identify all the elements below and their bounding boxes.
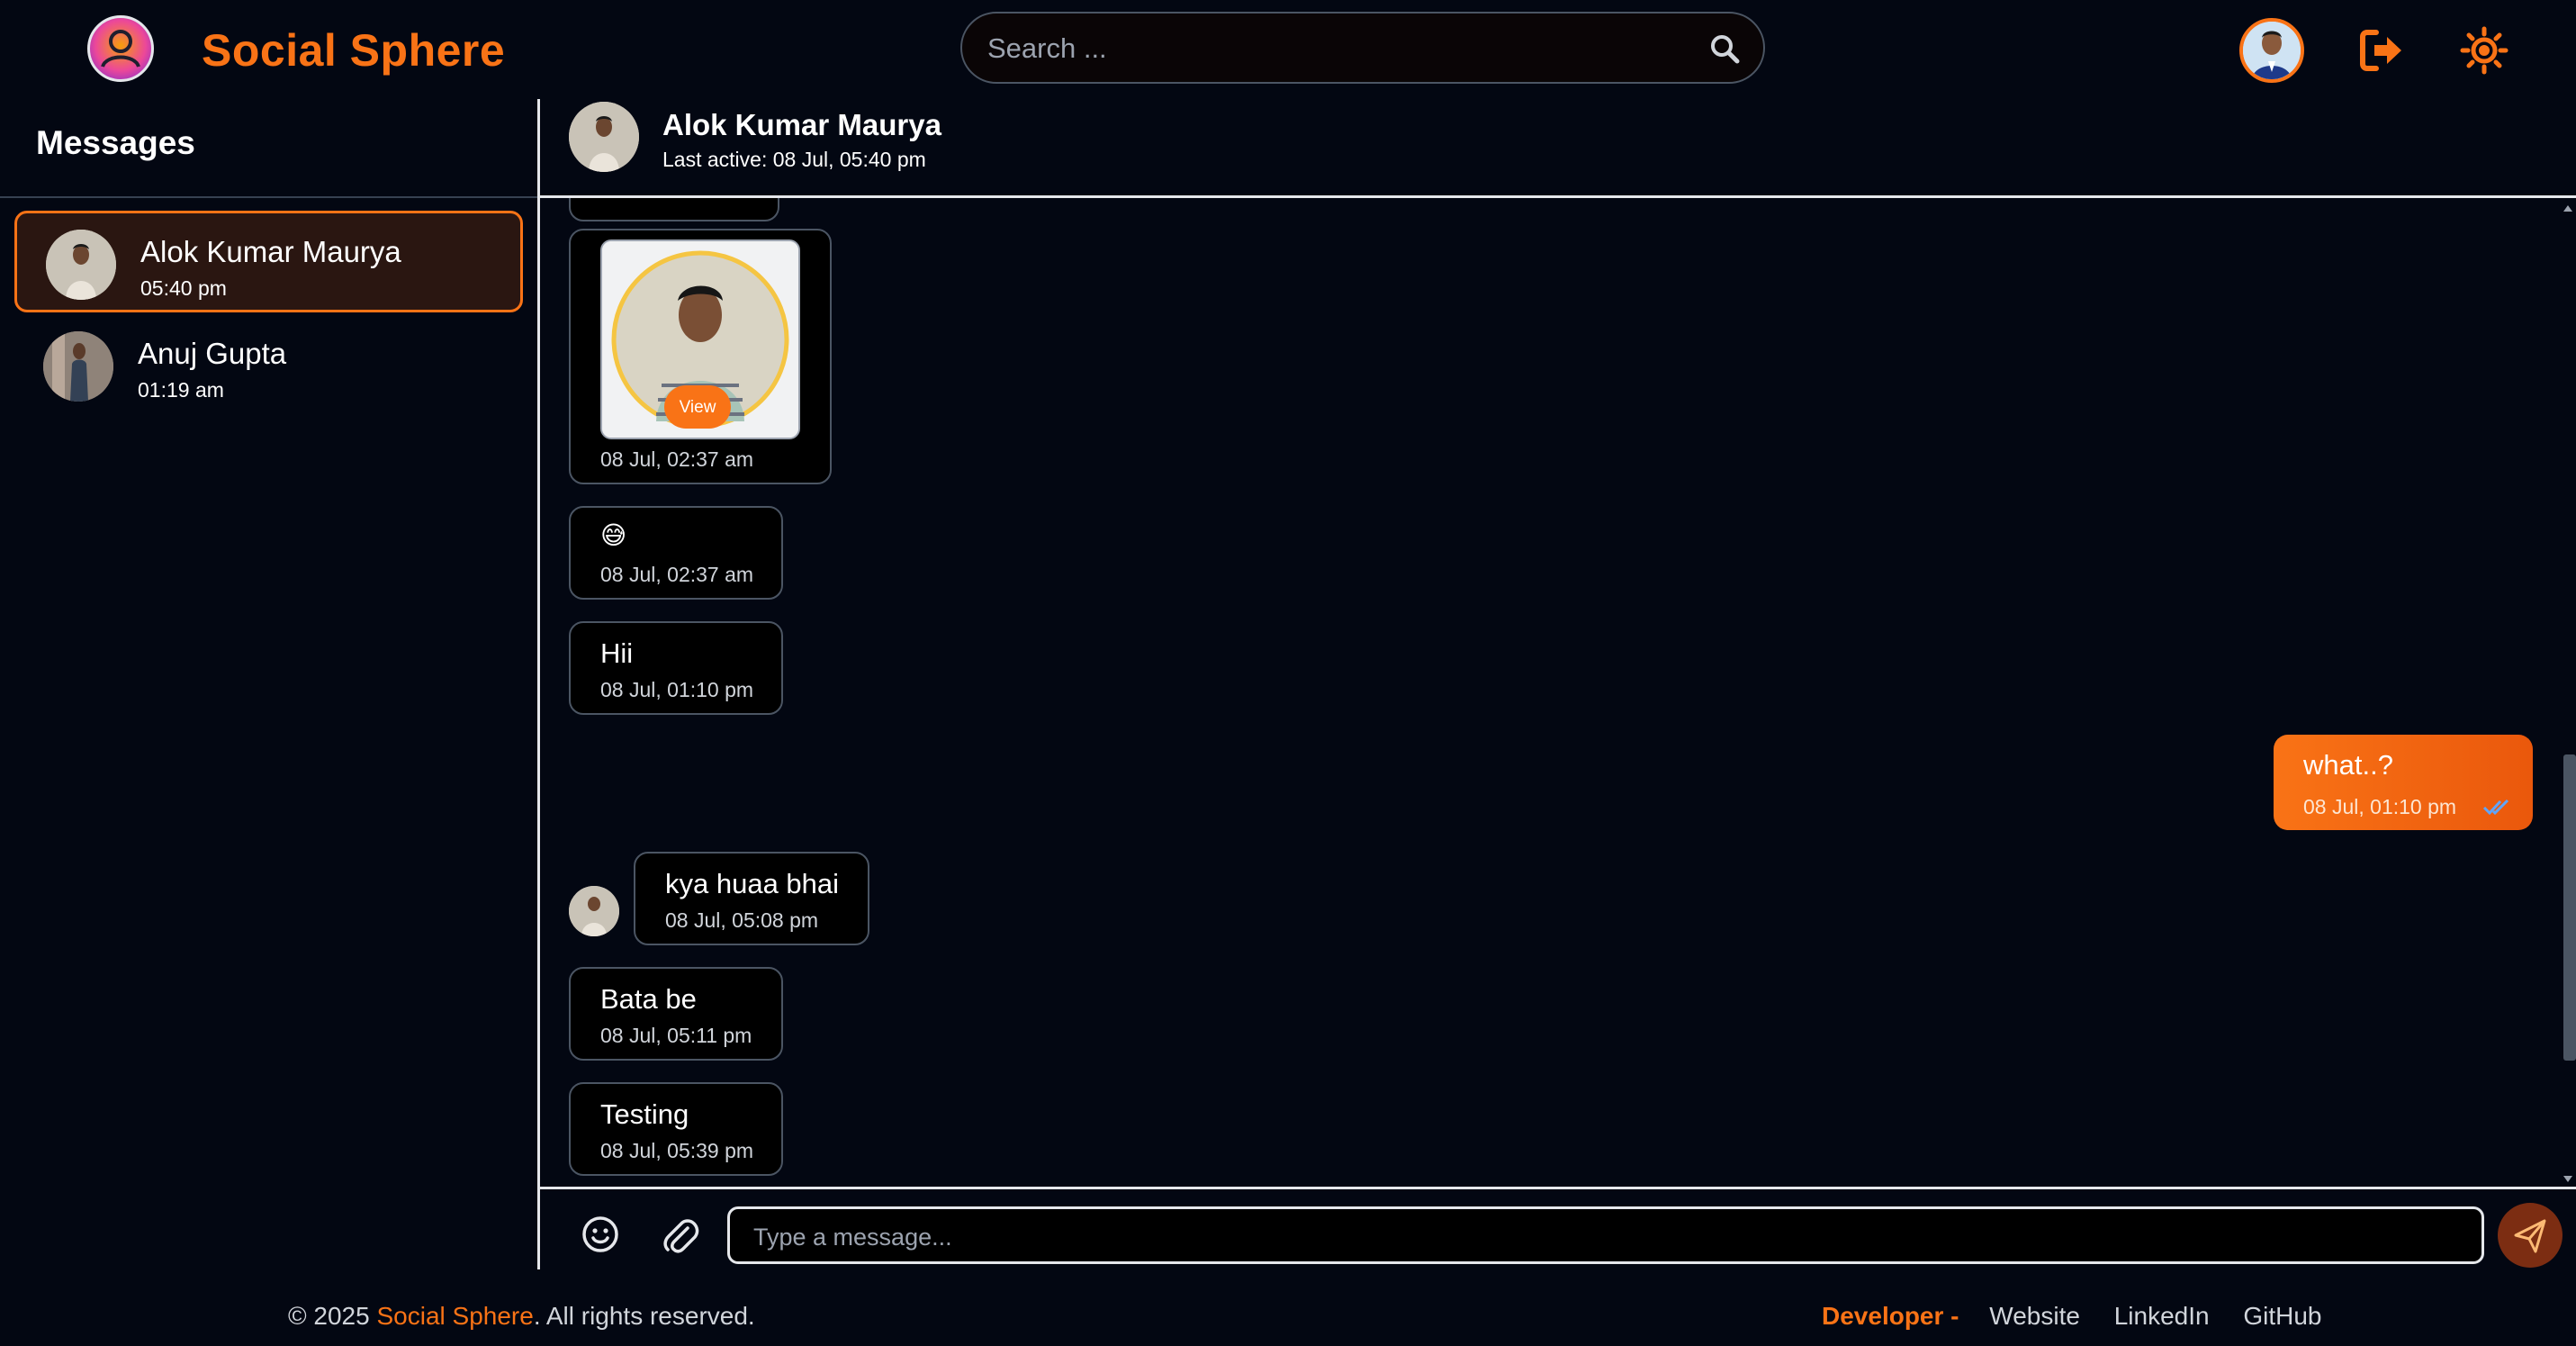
message-bubble: Hii 08 Jul, 01:10 pm <box>569 621 783 715</box>
view-image-button[interactable]: View <box>664 385 731 429</box>
message-text: Bata be <box>600 983 697 1015</box>
shared-image[interactable]: View <box>600 239 800 439</box>
composer-divider <box>540 1187 2576 1189</box>
chat-item-time: 05:40 pm <box>140 276 227 300</box>
website-link[interactable]: Website <box>1989 1302 2080 1330</box>
message-time: 08 Jul, 05:11 pm <box>600 1024 752 1047</box>
contact-avatar[interactable] <box>569 102 639 172</box>
smiley-icon[interactable] <box>581 1215 619 1253</box>
message-bubble: Testing 08 Jul, 05:39 pm <box>569 1082 783 1176</box>
linkedin-link[interactable]: LinkedIn <box>2114 1302 2210 1330</box>
message-time: 08 Jul, 01:10 pm <box>2303 795 2457 818</box>
search-icon[interactable] <box>1709 33 1740 64</box>
double-check-icon <box>2482 799 2509 816</box>
scroll-up-arrow[interactable] <box>2563 205 2572 212</box>
message-time: 08 Jul, 05:39 pm <box>600 1139 754 1162</box>
message-bubble: Bata be 08 Jul, 05:11 pm <box>569 967 783 1061</box>
logout-icon[interactable] <box>2358 27 2405 74</box>
message-list: View 08 Jul, 02:37 am 😅 08 Jul, 02:37 am… <box>540 198 2556 1188</box>
divider <box>0 196 537 198</box>
message-scrollbar[interactable] <box>2563 205 2576 1182</box>
message-time: 08 Jul, 05:08 pm <box>665 908 819 932</box>
copyright-prefix: © 2025 <box>288 1302 377 1330</box>
scroll-down-arrow[interactable] <box>2563 1176 2572 1182</box>
message-text: 😅 <box>600 521 627 549</box>
user-avatar[interactable] <box>2239 18 2304 83</box>
message-bubble: 😅 08 Jul, 02:37 am <box>569 506 783 600</box>
message-time: 08 Jul, 01:10 pm <box>600 678 754 701</box>
chat-item-anuj[interactable]: Anuj Gupta 01:19 am <box>14 315 523 417</box>
top-navbar: Social Sphere <box>0 0 2576 99</box>
copyright-suffix: . All rights reserved. <box>533 1302 755 1330</box>
message-bubble: kya huaa bhai 08 Jul, 05:08 pm <box>634 852 869 945</box>
message-time: 08 Jul, 02:37 am <box>600 447 754 471</box>
sender-avatar[interactable] <box>569 886 619 936</box>
send-icon <box>2514 1219 2546 1253</box>
scrollbar-thumb[interactable] <box>2563 754 2576 1061</box>
chat-item-alok[interactable]: Alok Kumar Maurya 05:40 pm <box>14 211 523 312</box>
developer-label: Developer - <box>1822 1302 1959 1330</box>
footer-brand[interactable]: Social Sphere <box>376 1302 533 1330</box>
chat-header: Alok Kumar Maurya Last active: 08 Jul, 0… <box>540 99 2576 198</box>
send-button[interactable] <box>2498 1203 2562 1268</box>
chat-item-name: Anuj Gupta <box>138 337 287 370</box>
search-input[interactable] <box>986 30 1691 68</box>
message-text: Testing <box>600 1098 689 1130</box>
search-bar <box>960 12 1765 84</box>
message-text: Hii <box>600 637 634 669</box>
message-text: kya huaa bhai <box>665 868 840 899</box>
brand-title[interactable]: Social Sphere <box>202 24 505 77</box>
chat-item-name: Alok Kumar Maurya <box>140 235 401 268</box>
paperclip-icon[interactable] <box>661 1215 700 1255</box>
message-bubble-sent: what..? 08 Jul, 01:10 pm <box>2274 735 2533 830</box>
footer-developer-links: Developer - Website LinkedIn GitHub <box>1822 1302 2349 1331</box>
avatar <box>43 331 113 402</box>
message-input-box <box>727 1206 2484 1264</box>
message-input[interactable] <box>752 1220 2447 1254</box>
sun-icon[interactable] <box>2460 26 2508 75</box>
footer-copyright: © 2025 Social Sphere. All rights reserve… <box>288 1302 755 1331</box>
contact-name: Alok Kumar Maurya <box>662 108 941 141</box>
message-text: what..? <box>2303 749 2393 781</box>
chat-item-time: 01:19 am <box>138 378 224 402</box>
chat-sidebar: Messages Alok Kumar Maurya 05:40 pm Anuj… <box>0 99 540 1269</box>
github-link[interactable]: GitHub <box>2243 1302 2321 1330</box>
sidebar-title: Messages <box>36 124 195 161</box>
message-bubble-partial <box>569 198 779 221</box>
app-logo[interactable] <box>87 15 154 82</box>
avatar <box>46 230 116 300</box>
last-active-status: Last active: 08 Jul, 05:40 pm <box>662 148 926 171</box>
message-time: 08 Jul, 02:37 am <box>600 563 754 586</box>
message-bubble-image: View 08 Jul, 02:37 am <box>569 229 832 484</box>
